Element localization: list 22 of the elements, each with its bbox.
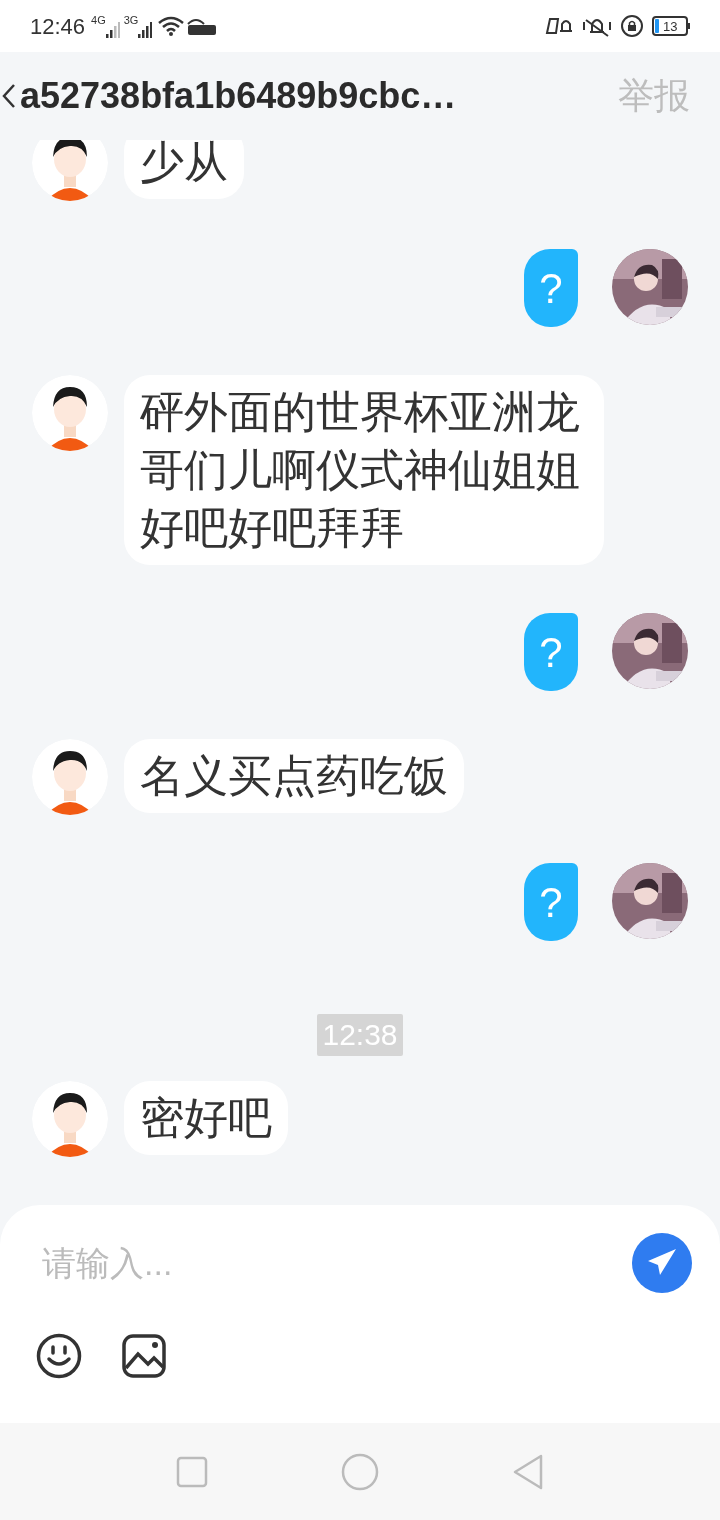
status-time: 12:46 <box>30 12 86 41</box>
report-button[interactable]: 举报 <box>618 69 690 123</box>
emoji-icon[interactable] <box>36 1333 82 1379</box>
signal-icon <box>105 22 120 38</box>
message-input[interactable]: 请输入... <box>42 1237 632 1289</box>
message-bubble: 少从 <box>124 140 244 199</box>
signal-icon <box>138 22 153 38</box>
chat-title: a52738bfa1b6489b9cbc… <box>20 74 457 118</box>
rotation-lock-icon <box>620 14 644 38</box>
wifi-icon <box>158 16 185 36</box>
message-bubble: 砰外面的世界杯亚洲龙哥们儿啊仪式神仙姐姐好吧好吧拜拜 <box>124 375 604 565</box>
battery-level-text: 13 <box>663 19 678 33</box>
message-bubble: 名义买点药吃饭 <box>124 739 464 813</box>
network-label: 3G <box>123 13 139 28</box>
message-bubble: ? <box>524 249 578 327</box>
network-label: 4G <box>91 13 106 28</box>
send-button[interactable] <box>632 1233 692 1293</box>
message-bubble: 密好吧 <box>124 1081 288 1155</box>
message-bubble: ? <box>524 613 578 691</box>
message-bubble: ? <box>524 863 578 941</box>
image-icon[interactable] <box>122 1334 166 1378</box>
back-icon[interactable] <box>2 83 16 109</box>
